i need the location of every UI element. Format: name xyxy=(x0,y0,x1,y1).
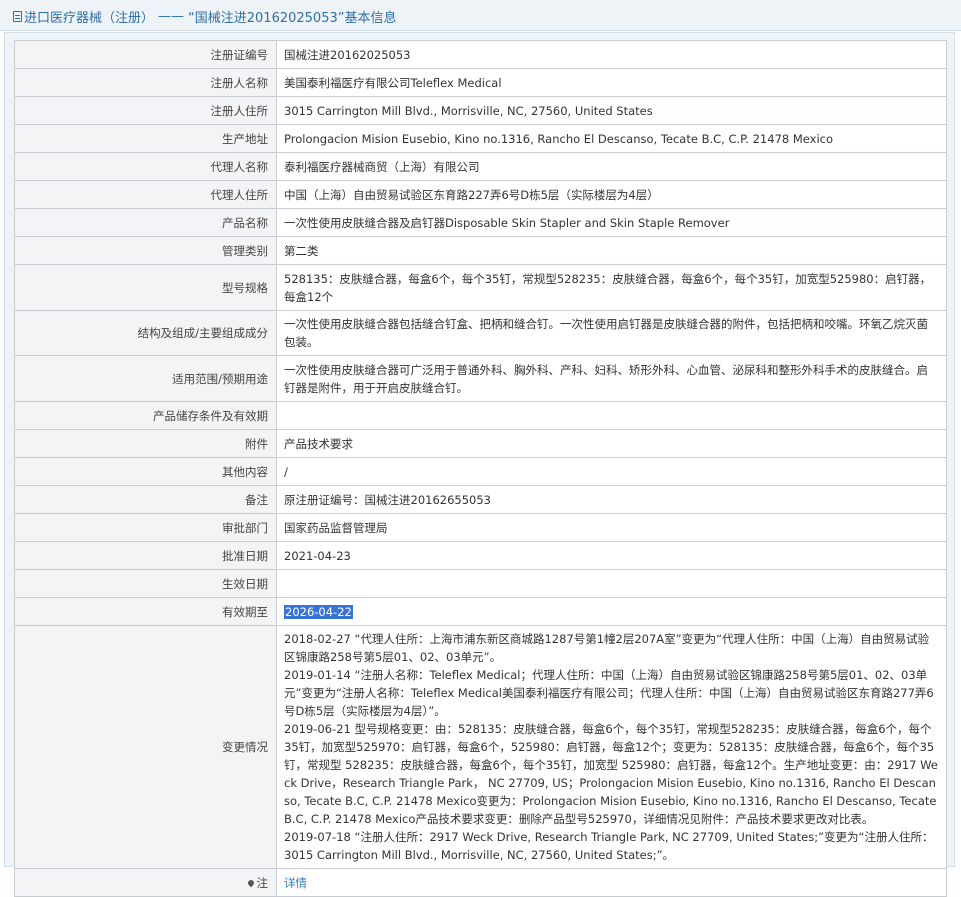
valid-until-label: 有效期至 xyxy=(14,597,277,626)
note-value-cell: 详情 xyxy=(276,868,947,897)
remarks-label: 备注 xyxy=(14,485,277,514)
change-entry: 2019-07-18 “注册人住所：2917 Weck Drive, Resea… xyxy=(284,830,934,862)
table-row-registrant-name: 注册人名称 美国泰利福医疗有限公司Teleflex Medical xyxy=(14,68,947,97)
approval-date-label: 批准日期 xyxy=(14,541,277,570)
table-row-effective-date: 生效日期 xyxy=(14,569,947,598)
effective-date-value xyxy=(276,569,947,598)
attachments-label: 附件 xyxy=(14,429,277,458)
registrant-name-value: 美国泰利福医疗有限公司Teleflex Medical xyxy=(276,68,947,97)
table-row-registrant-address: 注册人住所 3015 Carrington Mill Blvd., Morrisv… xyxy=(14,96,947,125)
registrant-name-label: 注册人名称 xyxy=(14,68,277,97)
approval-date-value: 2021-04-23 xyxy=(276,541,947,570)
table-row-intended-use: 适用范围/预期用途 一次性使用皮肤缝合器可广泛用于普通外科、胸外科、产科、妇科、矫… xyxy=(14,355,947,402)
agent-name-label: 代理人名称 xyxy=(14,152,277,181)
page-title: 进口医疗器械（注册） —— “国械注进20162025053”基本信息 xyxy=(13,7,396,26)
table-row-production-address: 生产地址 Prolongacion Mision Eusebio, Kino no… xyxy=(14,124,947,153)
change-entry: 2019-06-21 型号规格变更：由：528135：皮肤缝合器，每盒6个，每个… xyxy=(284,722,938,826)
note-label-cell: 注 xyxy=(14,868,277,897)
other-content-value: / xyxy=(276,457,947,486)
production-address-label: 生产地址 xyxy=(14,124,277,153)
management-class-label: 管理类别 xyxy=(14,236,277,265)
note-label: 注 xyxy=(256,875,269,890)
table-row-model-spec: 型号规格 528135：皮肤缝合器，每盒6个，每个35钉，常规型528235：皮肤… xyxy=(14,264,947,311)
agent-address-label: 代理人住所 xyxy=(14,180,277,209)
registrant-address-label: 注册人住所 xyxy=(14,96,277,125)
change-entry: 2019-01-14 “注册人名称：Teleflex Medical；代理人住所… xyxy=(284,668,934,718)
valid-until-cell: 2026-04-22 xyxy=(276,597,947,626)
intended-use-label: 适用范围/预期用途 xyxy=(14,355,277,402)
management-class-value: 第二类 xyxy=(276,236,947,265)
agent-address-value: 中国（上海）自由贸易试验区东育路227弄6号D栋5层（实际楼层为4层） xyxy=(276,180,947,209)
intended-use-value: 一次性使用皮肤缝合器可广泛用于普通外科、胸外科、产科、妇科、矫形外科、心血管、泌… xyxy=(276,355,947,402)
effective-date-label: 生效日期 xyxy=(14,569,277,598)
table-row-remarks: 备注 原注册证编号：国械注进20162655053 xyxy=(14,485,947,514)
production-address-value: Prolongacion Mision Eusebio, Kino no.131… xyxy=(276,124,947,153)
structure-composition-value: 一次性使用皮肤缝合器包括缝合钉盒、把柄和缝合钉。一次性使用启钉器是皮肤缝合器的附… xyxy=(276,310,947,356)
attachments-value: 产品技术要求 xyxy=(276,429,947,458)
table-row-structure-composition: 结构及组成/主要组成成分 一次性使用皮肤缝合器包括缝合钉盒、把柄和缝合钉。一次性使… xyxy=(14,310,947,356)
storage-conditions-label: 产品储存条件及有效期 xyxy=(14,401,277,430)
table-row-approval-department: 审批部门 国家药品监督管理局 xyxy=(14,513,947,542)
structure-composition-label: 结构及组成/主要组成成分 xyxy=(14,310,277,356)
title-prefix: 进口医疗器械（注册） xyxy=(24,11,155,26)
change-history-value: 2018-02-27 “代理人住所：上海市浦东新区商城路1287号第1幢2层20… xyxy=(276,625,947,869)
registration-number-label: 注册证编号 xyxy=(14,40,277,69)
agent-name-value: 泰利福医疗器械商贸（上海）有限公司 xyxy=(276,152,947,181)
table-row-change-history: 变更情况 2018-02-27 “代理人住所：上海市浦东新区商城路1287号第1幢… xyxy=(14,625,947,869)
page-header: 进口医疗器械（注册） —— “国械注进20162025053”基本信息 xyxy=(0,0,961,31)
change-entry: 2018-02-27 “代理人住所：上海市浦东新区商城路1287号第1幢2层20… xyxy=(284,632,930,664)
table-row-note: 注 详情 xyxy=(14,868,947,897)
table-row-valid-until: 有效期至 2026-04-22 xyxy=(14,597,947,626)
title-main: “国械注进20162025053”基本信息 xyxy=(188,11,397,26)
title-dash: —— xyxy=(158,9,185,24)
table-row-product-name: 产品名称 一次性使用皮肤缝合器及启钉器Disposable Skin Staple… xyxy=(14,208,947,237)
model-spec-label: 型号规格 xyxy=(14,264,277,311)
model-spec-value: 528135：皮肤缝合器，每盒6个，每个35钉，常规型528235：皮肤缝合器，… xyxy=(276,264,947,311)
storage-conditions-value xyxy=(276,401,947,430)
table-row-approval-date: 批准日期 2021-04-23 xyxy=(14,541,947,570)
change-history-label: 变更情况 xyxy=(14,625,277,869)
approval-department-value: 国家药品监督管理局 xyxy=(276,513,947,542)
product-name-label: 产品名称 xyxy=(14,208,277,237)
product-name-value: 一次性使用皮肤缝合器及启钉器Disposable Skin Stapler an… xyxy=(276,208,947,237)
registration-number-value: 国械注进20162025053 xyxy=(276,40,947,69)
table-row-storage-conditions: 产品储存条件及有效期 xyxy=(14,401,947,430)
details-link[interactable]: 详情 xyxy=(284,876,307,890)
registrant-address-value: 3015 Carrington Mill Blvd., Morrisville,… xyxy=(276,96,947,125)
location-pin-icon xyxy=(246,878,255,887)
document-icon xyxy=(13,11,22,22)
approval-department-label: 审批部门 xyxy=(14,513,277,542)
valid-until-value: 2026-04-22 xyxy=(284,604,353,619)
table-row-attachments: 附件 产品技术要求 xyxy=(14,429,947,458)
table-row-agent-name: 代理人名称 泰利福医疗器械商贸（上海）有限公司 xyxy=(14,152,947,181)
table-row-other-content: 其他内容 / xyxy=(14,457,947,486)
table-row-management-class: 管理类别 第二类 xyxy=(14,236,947,265)
table-row-agent-address: 代理人住所 中国（上海）自由贸易试验区东育路227弄6号D栋5层（实际楼层为4层） xyxy=(14,180,947,209)
table-row-registration-number: 注册证编号 国械注进20162025053 xyxy=(14,40,947,69)
other-content-label: 其他内容 xyxy=(14,457,277,486)
detail-table: 注册证编号 国械注进20162025053 注册人名称 美国泰利福医疗有限公司Tele… xyxy=(14,40,947,897)
remarks-value: 原注册证编号：国械注进20162655053 xyxy=(276,485,947,514)
